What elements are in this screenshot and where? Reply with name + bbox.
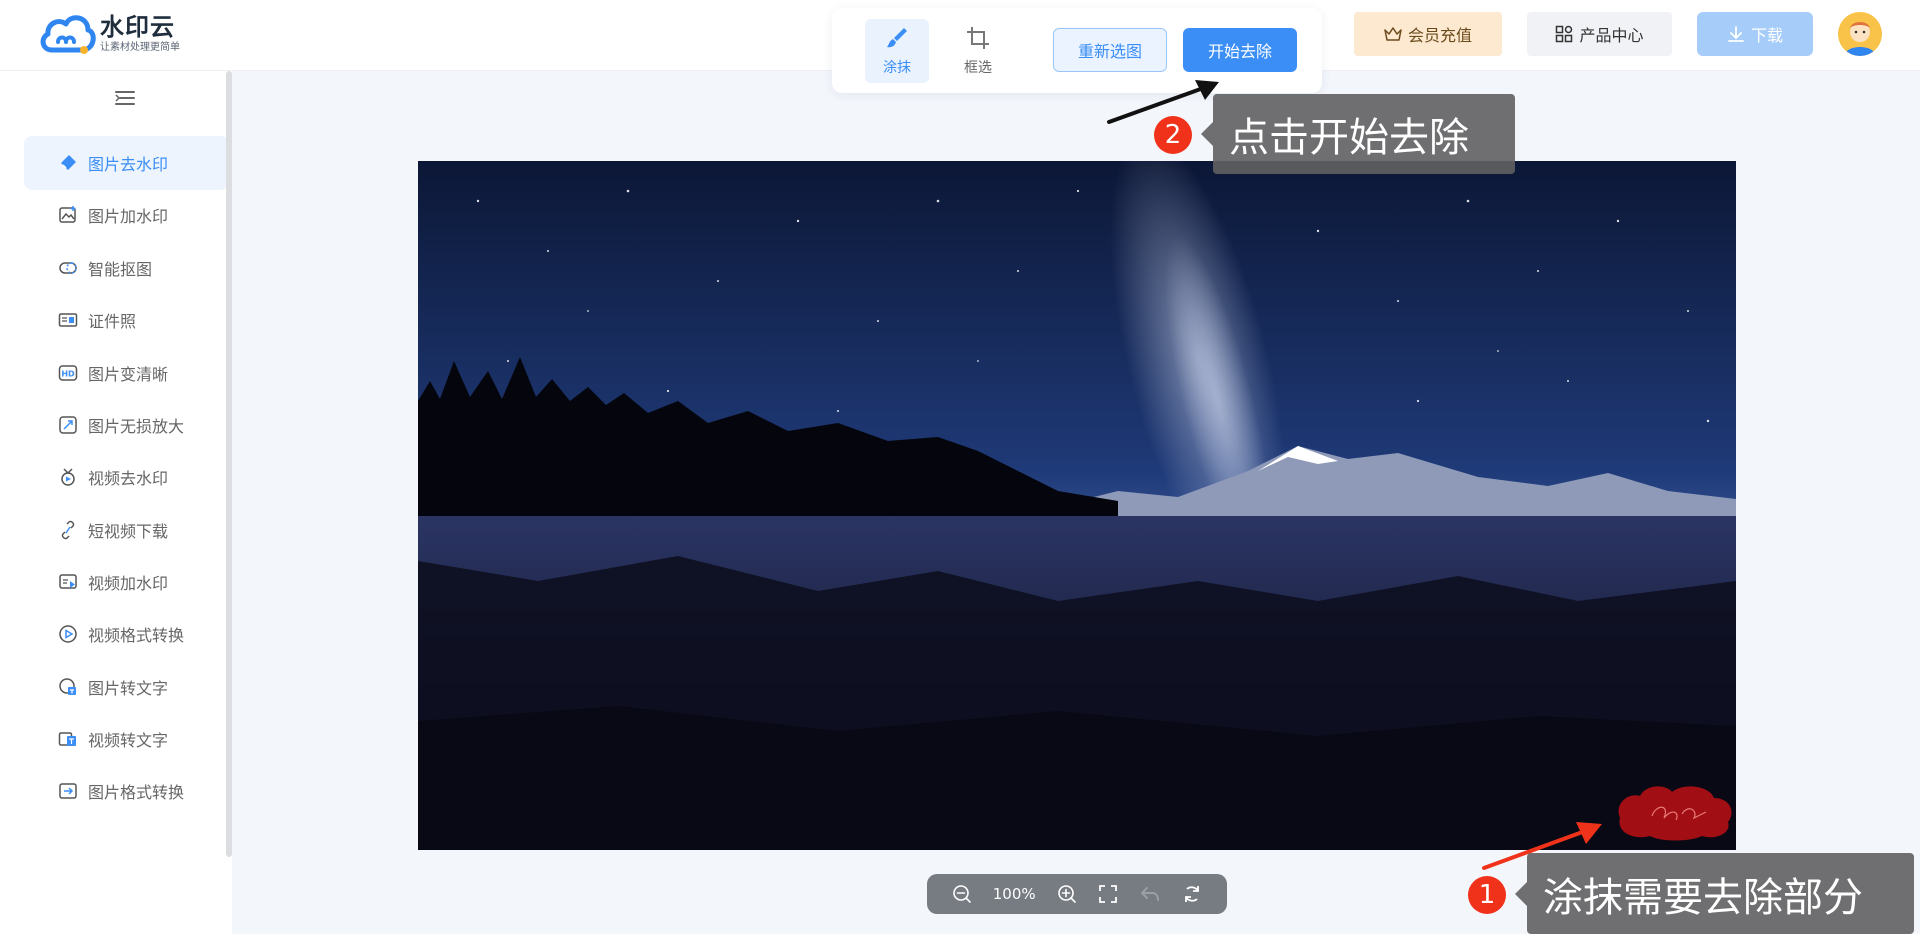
- image-convert-icon: [59, 783, 77, 799]
- tool-panel: 涂抹 框选 重新选图 开始去除: [832, 8, 1322, 93]
- zoom-toolbar: 100%: [927, 874, 1227, 914]
- vip-recharge-button[interactable]: 会员充值: [1354, 12, 1502, 56]
- product-center-button[interactable]: 产品中心: [1527, 12, 1672, 56]
- sidebar-item-label: 图片去水印: [88, 155, 169, 174]
- eraser-icon: [61, 155, 76, 170]
- sidebar-item-label: 智能抠图: [88, 260, 153, 279]
- step-1-callout: 涂抹需要去除部分: [1515, 853, 1914, 934]
- product-center-label: 产品中心: [1579, 26, 1644, 45]
- sidebar-item-label: 图片变清晰: [88, 365, 169, 384]
- sidebar-item-label: 图片加水印: [88, 207, 169, 226]
- step-2-callout: 点击开始去除: [1201, 94, 1515, 174]
- download-icon: [1728, 26, 1744, 42]
- video-eraser-icon: [61, 468, 75, 486]
- sidebar-item-id-photo[interactable]: 证件照: [24, 293, 229, 347]
- sidebar-item-image-enhance[interactable]: HD 图片变清晰: [24, 346, 229, 400]
- sidebar-item-smart-cutout[interactable]: 智能抠图: [24, 241, 229, 295]
- cloud-logo-icon: [40, 15, 96, 54]
- cutout-icon: [59, 262, 77, 274]
- sidebar-item-image-lossless-enlarge[interactable]: 图片无损放大: [24, 398, 229, 452]
- sidebar-item-label: 证件照: [88, 312, 137, 331]
- sidebar-item-label: 图片格式转换: [88, 783, 185, 802]
- sidebar-item-short-video-download[interactable]: 短视频下载: [24, 503, 229, 557]
- sidebar-item-label: 图片转文字: [88, 679, 169, 698]
- editing-canvas-photo[interactable]: [418, 161, 1736, 850]
- vip-recharge-label: 会员充值: [1407, 26, 1472, 45]
- id-card-icon: [58, 313, 78, 327]
- sidebar-item-image-add-watermark[interactable]: 图片加水印: [24, 188, 229, 242]
- box-select-tool-label: 框选: [964, 60, 992, 76]
- smear-tool-label: 涂抹: [883, 60, 911, 76]
- hd-icon: HD: [58, 365, 78, 381]
- link-icon: [61, 520, 75, 540]
- undo-icon[interactable]: [1139, 883, 1161, 905]
- box-select-tool-button[interactable]: 框选: [946, 19, 1010, 83]
- grid-icon: [1556, 25, 1573, 43]
- user-avatar-icon: [1838, 12, 1882, 56]
- sidebar-item-video-to-text[interactable]: 视频转文字: [24, 712, 229, 766]
- logo-subtitle: 让素材处理更简单: [100, 42, 180, 53]
- smeared-watermark-area[interactable]: [1610, 778, 1738, 842]
- sidebar-item-image-watermark-removal[interactable]: 图片去水印: [24, 136, 229, 190]
- video-add-icon: [59, 574, 77, 589]
- image-text-icon: [59, 678, 76, 695]
- image-add-icon: [59, 206, 76, 223]
- brush-icon: [887, 28, 907, 48]
- video-convert-icon: [59, 625, 77, 643]
- sidebar-item-label: 视频转文字: [88, 731, 169, 750]
- step-2-badge: 2: [1154, 116, 1192, 154]
- start-remove-button[interactable]: 开始去除: [1183, 28, 1297, 72]
- sidebar: 图片去水印 图片加水印 智能抠图 证件照 HD 图片变清晰 图片无损放大 视频去…: [0, 71, 232, 934]
- sidebar-item-label: 短视频下载: [88, 522, 169, 541]
- crown-icon: [1384, 27, 1402, 41]
- step-1-badge: 1: [1468, 876, 1506, 914]
- download-label: 下载: [1750, 26, 1783, 45]
- sidebar-item-label: 视频格式转换: [88, 626, 185, 645]
- fullscreen-icon[interactable]: [1097, 883, 1119, 905]
- smear-tool-button[interactable]: 涂抹: [865, 19, 929, 83]
- logo[interactable]: 水印云 让素材处理更简单: [38, 12, 180, 56]
- zoom-level: 100%: [992, 885, 1036, 903]
- enlarge-icon: [59, 416, 77, 434]
- sidebar-item-video-add-watermark[interactable]: 视频加水印: [24, 555, 229, 609]
- download-button[interactable]: 下载: [1697, 12, 1813, 56]
- reselect-image-button[interactable]: 重新选图: [1053, 28, 1167, 72]
- zoom-out-icon[interactable]: [951, 883, 973, 905]
- sidebar-item-image-format-convert[interactable]: 图片格式转换: [24, 764, 229, 818]
- sidebar-item-label: 视频加水印: [88, 574, 169, 593]
- sidebar-item-video-watermark-removal[interactable]: 视频去水印: [24, 450, 229, 504]
- video-text-icon: [58, 732, 76, 746]
- svg-text:HD: HD: [61, 370, 75, 379]
- sidebar-item-label: 图片无损放大: [88, 417, 185, 436]
- avatar[interactable]: [1838, 12, 1882, 56]
- logo-title: 水印云: [100, 13, 175, 41]
- crop-icon: [967, 27, 989, 49]
- sidebar-scrollbar[interactable]: [226, 71, 232, 857]
- zoom-in-icon[interactable]: [1056, 883, 1078, 905]
- sidebar-item-image-to-text[interactable]: 图片转文字: [24, 660, 229, 714]
- sidebar-item-label: 视频去水印: [88, 469, 169, 488]
- refresh-icon[interactable]: [1181, 883, 1203, 905]
- collapse-menu-icon[interactable]: [114, 89, 136, 107]
- sidebar-item-video-format-convert[interactable]: 视频格式转换: [24, 607, 229, 661]
